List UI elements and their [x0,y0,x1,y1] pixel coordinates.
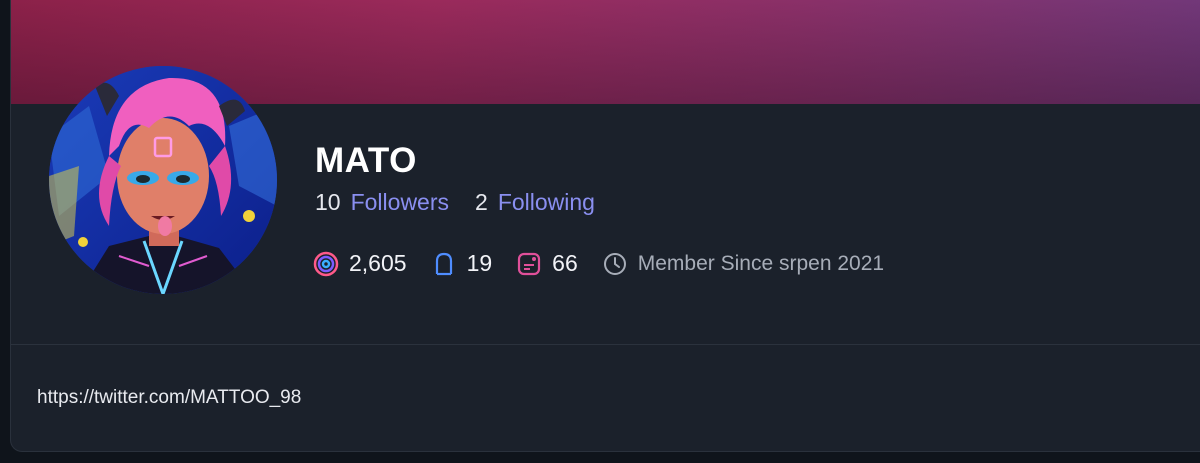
member-since-stat: Member Since srpen 2021 [602,251,884,277]
section-divider [11,344,1200,345]
following-count: 2 [475,189,488,215]
avatar-illustration [49,66,277,294]
bio-link[interactable]: https://twitter.com/MATTOO_98 [37,387,301,409]
profile-name: MATO [315,141,417,180]
avatar[interactable] [49,66,277,294]
profile-card: MATO 10 Followers 2 Following 2,605 19 6… [10,0,1200,452]
points-value: 2,605 [349,250,407,276]
profile-stats: 2,605 19 66 Member Since srpen 2021 [313,250,908,277]
following-link[interactable]: Following [498,189,595,216]
chat-icon [516,251,542,277]
spiral-icon [313,251,339,277]
followers-link[interactable]: Followers [351,189,449,216]
comments-stat: 66 [516,250,578,277]
clock-icon [602,251,628,277]
follow-stats: 10 Followers 2 Following [315,189,595,216]
ghost-icon [431,251,457,277]
comments-value: 66 [552,250,578,276]
followers-count: 10 [315,189,341,215]
posts-stat: 19 [431,250,493,277]
member-since-text: Member Since srpen 2021 [637,251,885,275]
points-stat: 2,605 [313,250,407,277]
posts-value: 19 [466,250,493,276]
